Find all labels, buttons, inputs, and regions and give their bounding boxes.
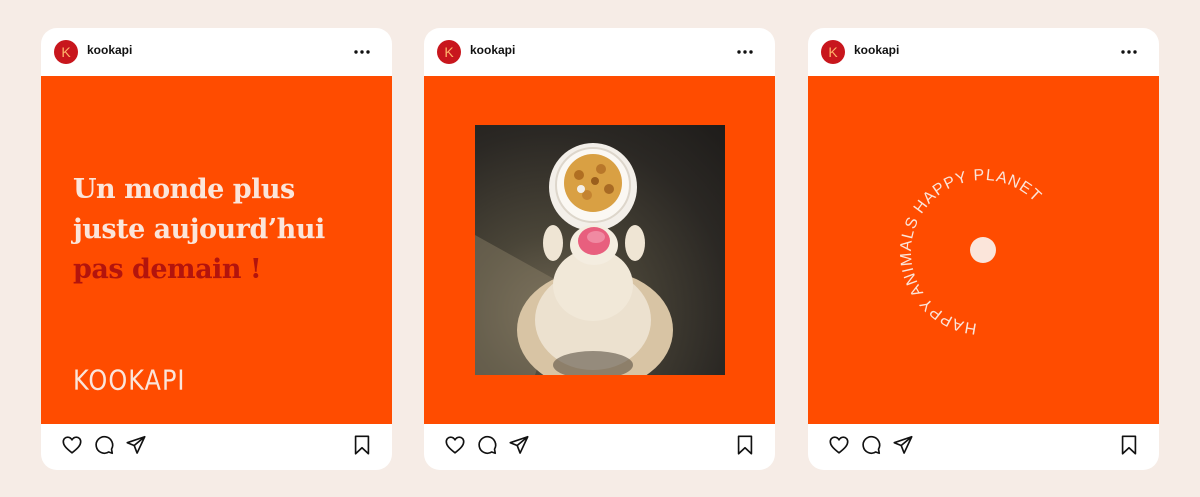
heart-icon[interactable] <box>61 434 83 456</box>
heart-icon[interactable] <box>444 434 466 456</box>
more-icon[interactable] <box>353 45 371 59</box>
post-image: Un monde plus juste aujourd’hui pas dema… <box>41 76 392 424</box>
headline-line-3: pas demain ! <box>73 254 262 285</box>
post-card-3: K kookapi HAPPY ANIMALS HAPPY PLANET <box>808 28 1159 470</box>
post-actions <box>424 424 775 470</box>
username[interactable]: kookapi <box>470 43 515 57</box>
headline-line-2: juste aujourd’hui <box>73 214 325 245</box>
share-icon[interactable] <box>892 434 914 456</box>
comment-icon[interactable] <box>860 434 882 456</box>
dog-illustration <box>475 143 673 375</box>
bookmark-icon[interactable] <box>734 434 756 456</box>
post-image <box>424 76 775 424</box>
username[interactable]: kookapi <box>854 43 899 57</box>
avatar[interactable]: K <box>821 40 845 64</box>
brand-wordmark: KOOKAPI <box>73 364 186 397</box>
bookmark-icon[interactable] <box>351 434 373 456</box>
post-header: K kookapi <box>41 28 392 76</box>
post-image: HAPPY ANIMALS HAPPY PLANET <box>808 76 1159 424</box>
circular-badge: HAPPY ANIMALS HAPPY PLANET <box>898 167 1044 337</box>
center-dot <box>970 237 996 263</box>
post-actions <box>808 424 1159 470</box>
post-header: K kookapi <box>424 28 775 76</box>
post-actions <box>41 424 392 470</box>
bookmark-icon[interactable] <box>1118 434 1140 456</box>
avatar[interactable]: K <box>54 40 78 64</box>
comment-icon[interactable] <box>93 434 115 456</box>
headline-line-1: Un monde plus <box>73 174 295 205</box>
more-icon[interactable] <box>736 45 754 59</box>
comment-icon[interactable] <box>476 434 498 456</box>
avatar[interactable]: K <box>437 40 461 64</box>
username[interactable]: kookapi <box>87 43 132 57</box>
more-icon[interactable] <box>1120 45 1138 59</box>
dog-photo <box>475 125 725 375</box>
share-icon[interactable] <box>125 434 147 456</box>
heart-icon[interactable] <box>828 434 850 456</box>
post-header: K kookapi <box>808 28 1159 76</box>
headline: Un monde plus juste aujourd’hui pas dema… <box>73 170 325 290</box>
post-card-1: K kookapi Un monde plus juste aujourd’hu… <box>41 28 392 470</box>
post-card-2: K kookapi <box>424 28 775 470</box>
share-icon[interactable] <box>508 434 530 456</box>
